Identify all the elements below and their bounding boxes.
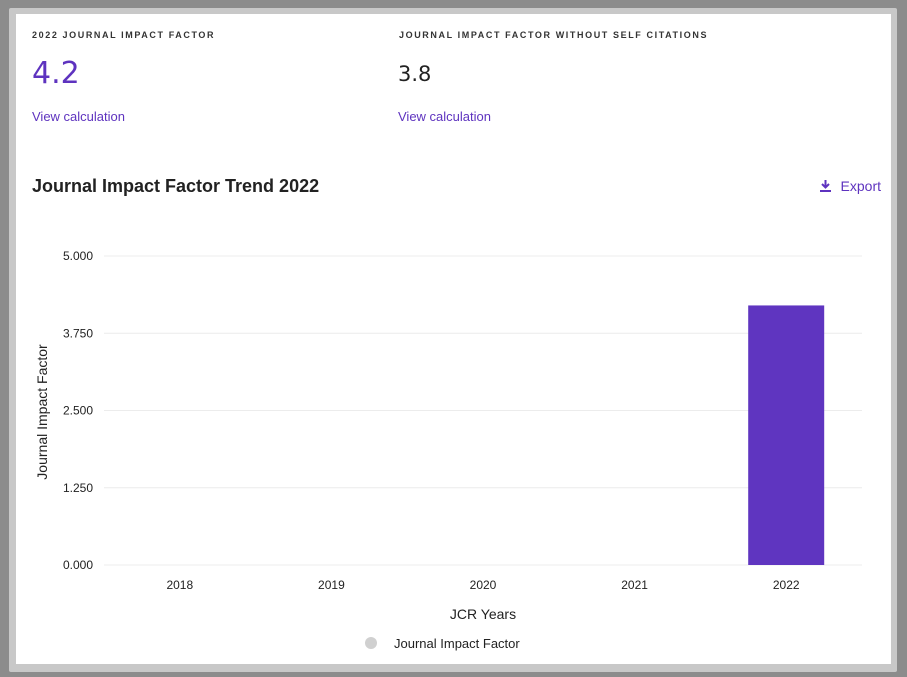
x-axis-label: JCR Years (450, 606, 516, 622)
legend[interactable]: Journal Impact Factor (365, 636, 520, 651)
x-tick-label: 2018 (166, 578, 193, 592)
impact-factor-trend-chart: 0.000 1.250 2.500 3.750 5.000 2018 2019 2020 20… (34, 249, 862, 651)
y-tick-label: 0.000 (63, 558, 93, 572)
x-tick-label: 2020 (470, 578, 497, 592)
x-tick-label: 2021 (621, 578, 648, 592)
y-tick-label: 1.250 (63, 481, 93, 495)
legend-label: Journal Impact Factor (394, 636, 520, 651)
x-tick-label: 2022 (773, 578, 800, 592)
y-tick-label: 3.750 (63, 326, 93, 340)
y-tick-label: 2.500 (63, 404, 93, 418)
x-tick-label: 2019 (318, 578, 345, 592)
legend-marker (365, 637, 377, 649)
bar-2022[interactable] (748, 305, 825, 565)
y-tick-label: 5.000 (63, 249, 93, 263)
y-axis-label: Journal Impact Factor (34, 344, 50, 480)
impact-factor-card: 2022 JOURNAL IMPACT FACTOR 4.2 View calc… (16, 14, 891, 664)
